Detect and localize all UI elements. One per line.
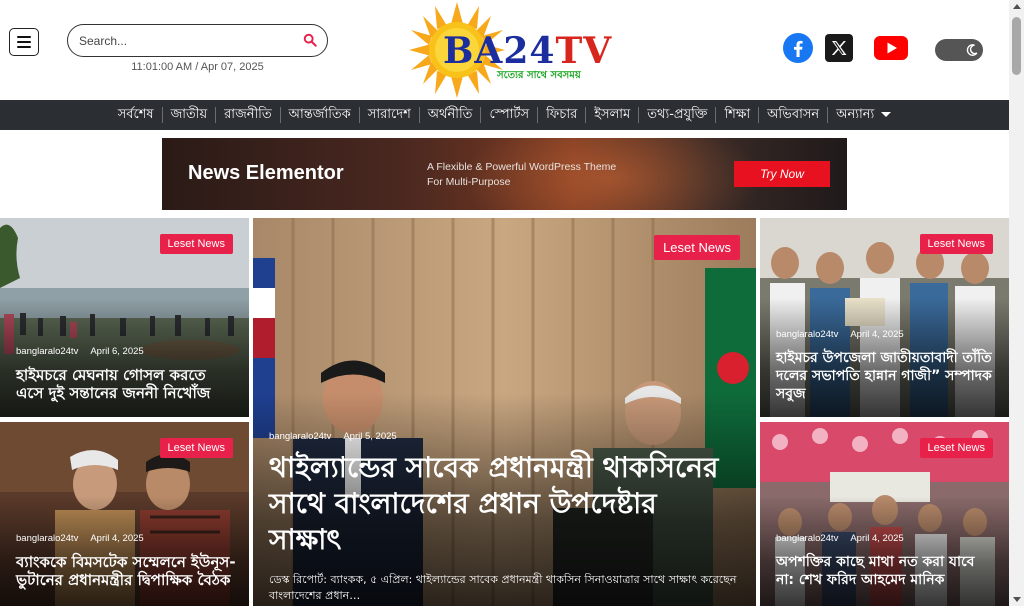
- category-badge[interactable]: Leset News: [654, 235, 740, 260]
- nav-item-politics[interactable]: রাজনীতি: [216, 107, 281, 123]
- logo-wordmark: BA24TV: [443, 30, 612, 72]
- advertisement-banner[interactable]: News Elementor A Flexible & Powerful Wor…: [162, 138, 847, 210]
- nav-item-islam[interactable]: ইসলাম: [586, 107, 640, 123]
- post-title[interactable]: ব্যাংককে বিমসটেক সম্মেলনে ইউনূস-ভুটানের …: [16, 553, 237, 589]
- category-badge[interactable]: Leset News: [159, 438, 233, 458]
- category-badge[interactable]: Leset News: [919, 234, 993, 254]
- nav-item-country[interactable]: সারাদেশ: [360, 107, 420, 123]
- page-scrollbar[interactable]: [1009, 0, 1024, 606]
- scrollbar-thumb[interactable]: [1012, 17, 1021, 75]
- post-excerpt: ডেস্ক রিপোর্ট: ব্যাংকক, ৫ এপ্রিল: থাইল্য…: [269, 573, 737, 602]
- post-meta: banglaralo24tv April 4, 2025: [16, 533, 144, 544]
- post-title[interactable]: অপশক্তির কাছে মাথা নত করা যাবে না: শেখ ফ…: [776, 553, 997, 589]
- menu-bar: [17, 41, 31, 43]
- post-title[interactable]: থাইল্যান্ডের সাবেক প্রধানমন্ত্রী থাকসিনে…: [269, 450, 726, 558]
- logo-brand-part2: TV: [555, 30, 613, 72]
- nav-item-tech[interactable]: তথ্য-প্রযুক্তি: [639, 107, 717, 123]
- dark-mode-toggle[interactable]: [935, 39, 983, 61]
- search-input[interactable]: [79, 31, 289, 51]
- post-meta: banglaralo24tv April 4, 2025: [776, 533, 904, 544]
- post-meta: banglaralo24tv April 6, 2025: [16, 346, 144, 357]
- nav-item-economy[interactable]: অর্থনীতি: [420, 107, 482, 123]
- post-author[interactable]: banglaralo24tv: [269, 431, 331, 442]
- nav-item-latest[interactable]: সর্বশেষ: [110, 107, 163, 123]
- post-card-left-bottom[interactable]: Leset News banglaralo24tv April 4, 2025 ব…: [0, 422, 249, 606]
- category-badge[interactable]: Leset News: [919, 438, 993, 458]
- nav-item-migration[interactable]: অভিবাসন: [759, 107, 829, 123]
- post-overlay: [0, 495, 249, 606]
- banner-subtitle: A Flexible & Powerful WordPress Theme Fo…: [427, 161, 617, 188]
- post-overlay: [760, 495, 1009, 606]
- x-twitter-icon[interactable]: [825, 34, 853, 62]
- main-navigation: সর্বশেষ জাতীয় রাজনীতি আন্তর্জাতিক সারাদ…: [0, 100, 1009, 130]
- logo-tagline: সত্যের সাথে সবসময়: [497, 70, 581, 81]
- post-title[interactable]: হাইমচর উপজেলা জাতীয়তাবাদী তাঁতি দলের সভ…: [776, 349, 997, 403]
- page: { "header": { "search_placeholder": "Sea…: [0, 0, 1024, 606]
- post-date: April 5, 2025: [343, 431, 397, 442]
- post-date: April 4, 2025: [90, 533, 144, 544]
- nav-item-others[interactable]: অন্যান্য: [828, 107, 899, 123]
- post-author[interactable]: banglaralo24tv: [776, 329, 838, 340]
- facebook-icon[interactable]: [783, 33, 813, 63]
- search-icon[interactable]: [303, 33, 317, 47]
- nav-item-national[interactable]: জাতীয়: [163, 107, 217, 123]
- menu-bar: [17, 36, 31, 38]
- post-date: April 4, 2025: [850, 533, 904, 544]
- current-datetime: 11:01:00 AM / Apr 07, 2025: [131, 61, 264, 73]
- nav-item-others-label: অন্যান্য: [836, 107, 875, 122]
- post-author[interactable]: banglaralo24tv: [776, 533, 838, 544]
- logo-brand-part1: BA24: [443, 30, 556, 72]
- banner-title: News Elementor: [188, 162, 344, 184]
- post-card-hero[interactable]: Leset News banglaralo24tv April 5, 2025 থ…: [253, 218, 756, 606]
- nav-item-feature[interactable]: ফিচার: [538, 107, 587, 123]
- site-header: 11:01:00 AM / Apr 07, 2025: [0, 0, 1009, 100]
- chevron-down-icon: [881, 112, 892, 117]
- post-card-left-top[interactable]: Leset News banglaralo24tv April 6, 2025 হ…: [0, 218, 249, 417]
- scroll-up-icon[interactable]: [1013, 4, 1021, 9]
- nav-item-international[interactable]: আন্তর্জাতিক: [281, 107, 360, 123]
- post-meta: banglaralo24tv April 5, 2025: [269, 431, 397, 442]
- moon-icon: [966, 44, 978, 56]
- post-meta: banglaralo24tv April 4, 2025: [776, 329, 904, 340]
- nav-item-education[interactable]: শিক্ষা: [716, 107, 760, 123]
- category-badge[interactable]: Leset News: [159, 234, 233, 254]
- post-author[interactable]: banglaralo24tv: [16, 533, 78, 544]
- scroll-down-icon[interactable]: [1013, 597, 1021, 602]
- try-now-button[interactable]: Try Now: [734, 161, 830, 187]
- post-card-right-bottom[interactable]: Leset News banglaralo24tv April 4, 2025 অ…: [760, 422, 1009, 606]
- youtube-icon[interactable]: [874, 36, 908, 60]
- post-author[interactable]: banglaralo24tv: [16, 346, 78, 357]
- post-title[interactable]: হাইমচরে মেঘনায় গোসল করতে এসে দুই সন্তান…: [16, 366, 237, 402]
- post-date: April 6, 2025: [90, 346, 144, 357]
- nav-item-sports[interactable]: স্পোর্টস: [481, 107, 539, 123]
- search-box: [67, 24, 328, 57]
- menu-bar: [17, 46, 31, 48]
- hamburger-menu-button[interactable]: [9, 28, 39, 56]
- post-card-right-top[interactable]: Leset News banglaralo24tv April 4, 2025 হ…: [760, 218, 1009, 417]
- post-date: April 4, 2025: [850, 329, 904, 340]
- site-logo[interactable]: BA24TV সত্যের সাথে সবসময়: [405, 2, 625, 98]
